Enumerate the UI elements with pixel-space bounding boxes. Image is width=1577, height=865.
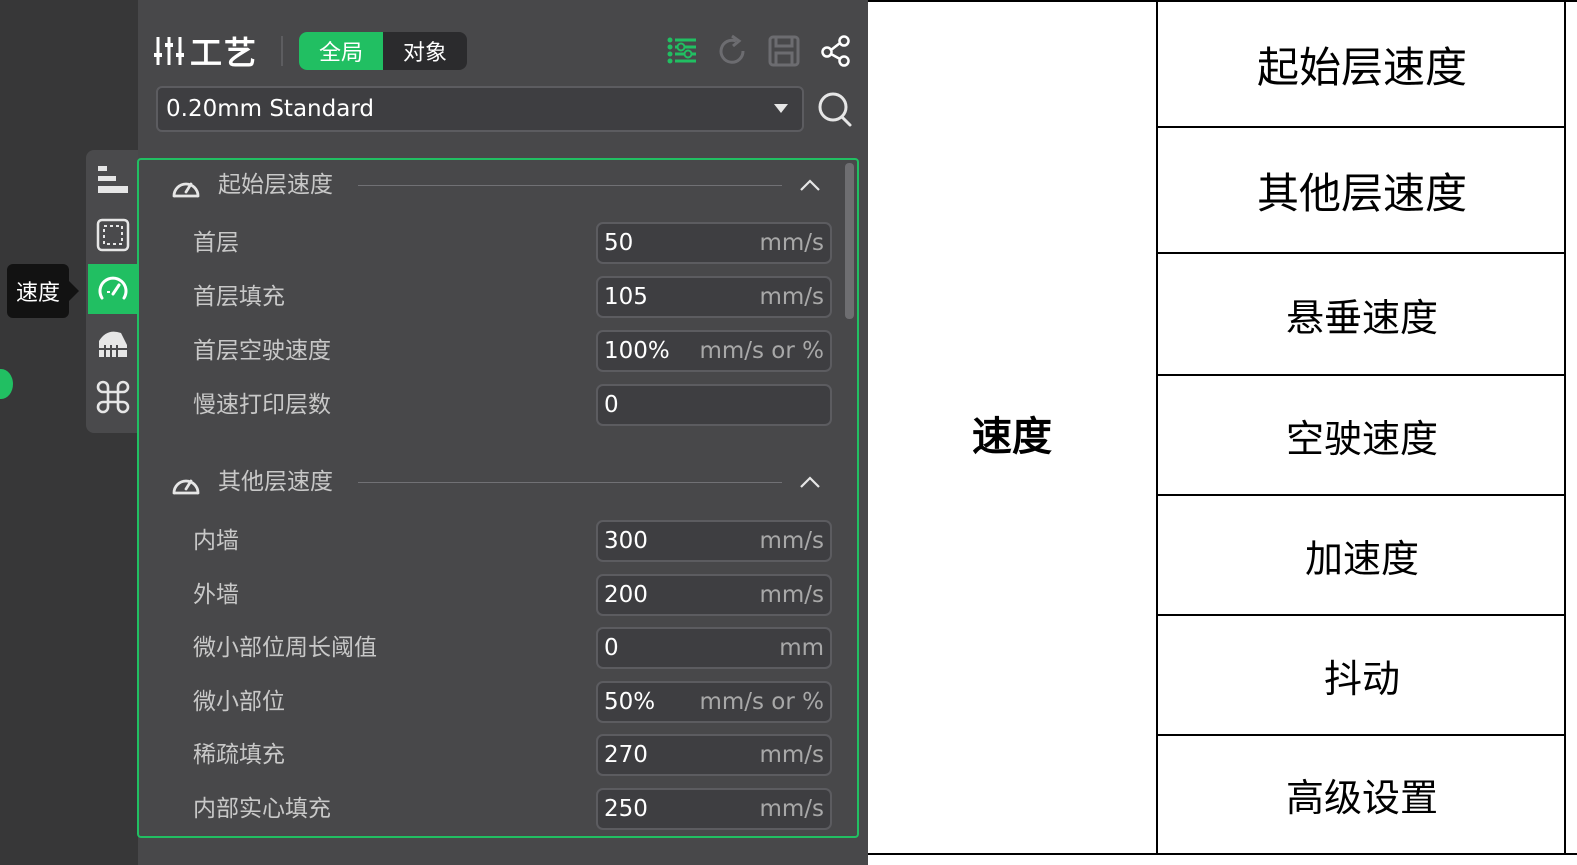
table-cell: 抖动 bbox=[1323, 656, 1400, 701]
setting-label: 内墙 bbox=[193, 528, 239, 554]
field-value: 0 bbox=[604, 392, 619, 418]
scope-toggle: 全局 对象 bbox=[299, 32, 467, 70]
table-cell: 起始层速度 bbox=[1256, 42, 1467, 92]
setting-field[interactable]: 250 mm/s bbox=[596, 788, 832, 830]
section-title: 其他层速度 bbox=[218, 469, 333, 495]
setting-field[interactable]: 100% mm/s or % bbox=[596, 330, 832, 372]
table-cell: 悬垂速度 bbox=[1285, 295, 1438, 340]
command-icon bbox=[96, 380, 130, 414]
compare-icon[interactable] bbox=[818, 33, 854, 69]
section-divider bbox=[358, 185, 782, 186]
section-divider bbox=[358, 482, 782, 483]
setting-label: 首层空驶速度 bbox=[193, 338, 331, 364]
speedometer-icon bbox=[172, 479, 200, 495]
setting-label: 内部实心填充 bbox=[193, 796, 331, 822]
field-unit: mm/s bbox=[759, 796, 824, 822]
section-header-other-layers[interactable]: 其他层速度 bbox=[170, 467, 830, 497]
panel-title: 工艺 bbox=[152, 28, 258, 74]
field-value: 105 bbox=[604, 284, 648, 310]
infill-icon bbox=[96, 218, 130, 252]
tab-strength[interactable] bbox=[88, 210, 138, 260]
save-icon[interactable] bbox=[766, 33, 802, 69]
setting-field[interactable]: 105 mm/s bbox=[596, 276, 832, 318]
setting-field[interactable]: 50 mm/s bbox=[596, 222, 832, 264]
search-icon[interactable] bbox=[816, 90, 854, 128]
field-unit: mm/s bbox=[759, 582, 824, 608]
panel-title-text: 工艺 bbox=[190, 34, 259, 72]
setting-label: 稀疏填充 bbox=[193, 742, 285, 768]
setting-label: 首层填充 bbox=[193, 284, 285, 310]
advanced-settings-icon[interactable] bbox=[664, 33, 700, 69]
tab-support[interactable] bbox=[88, 318, 138, 368]
table-category-cell: 速度 bbox=[972, 414, 1052, 460]
table-cell: 其他层速度 bbox=[1256, 168, 1467, 218]
category-tab-bar bbox=[86, 150, 138, 433]
tab-others[interactable] bbox=[88, 372, 138, 422]
reset-icon[interactable] bbox=[714, 33, 750, 69]
setting-label: 微小部位 bbox=[193, 689, 285, 715]
chevron-down-icon bbox=[774, 104, 788, 113]
section-header-initial-layer[interactable]: 起始层速度 bbox=[170, 170, 830, 200]
setting-field[interactable]: 0 mm bbox=[596, 627, 832, 669]
scrollbar[interactable] bbox=[845, 163, 854, 319]
field-value: 300 bbox=[604, 528, 648, 554]
field-unit: mm/s bbox=[759, 742, 824, 768]
setting-field[interactable]: 270 mm/s bbox=[596, 734, 832, 776]
field-unit: mm/s bbox=[759, 284, 824, 310]
setting-field[interactable]: 200 mm/s bbox=[596, 574, 832, 616]
tab-quality[interactable] bbox=[88, 156, 138, 206]
speed-tooltip: 速度 bbox=[7, 264, 69, 318]
chevron-up-icon[interactable] bbox=[798, 174, 822, 196]
field-value: 0 bbox=[604, 635, 619, 661]
speedometer-icon bbox=[98, 276, 128, 300]
field-value: 200 bbox=[604, 582, 648, 608]
preset-dropdown[interactable]: 0.20mm Standard bbox=[156, 86, 804, 132]
process-settings-app: 速度 工艺 全局 对象 0.20mm Standard 起始层速度 首层 50 … bbox=[0, 0, 868, 865]
table-cell: 加速度 bbox=[1304, 536, 1419, 581]
section-title: 起始层速度 bbox=[218, 172, 333, 198]
preset-value: 0.20mm Standard bbox=[166, 96, 374, 122]
setting-field[interactable]: 0 bbox=[596, 384, 832, 426]
field-value: 270 bbox=[604, 742, 648, 768]
field-value: 50 bbox=[604, 230, 634, 256]
field-value: 250 bbox=[604, 796, 648, 822]
title-divider bbox=[281, 36, 283, 66]
field-unit: mm/s or % bbox=[699, 689, 824, 715]
field-value: 50% bbox=[604, 689, 656, 715]
setting-field[interactable]: 300 mm/s bbox=[596, 520, 832, 562]
field-unit: mm/s or % bbox=[699, 338, 824, 364]
table-border bbox=[868, 853, 1577, 855]
setting-label: 慢速打印层数 bbox=[193, 392, 331, 418]
table-cell: 空驶速度 bbox=[1285, 416, 1438, 461]
scope-global-button[interactable]: 全局 bbox=[299, 32, 383, 70]
support-icon bbox=[99, 331, 127, 357]
sliders-icon bbox=[154, 37, 184, 65]
tooltip-arrow bbox=[69, 281, 79, 301]
field-unit: mm/s bbox=[759, 230, 824, 256]
field-unit: mm bbox=[779, 635, 824, 661]
setting-label: 外墙 bbox=[193, 582, 239, 608]
table-cell: 高级设置 bbox=[1285, 776, 1438, 820]
setting-label: 首层 bbox=[193, 230, 239, 256]
layers-icon bbox=[98, 166, 128, 193]
chevron-up-icon[interactable] bbox=[798, 471, 822, 493]
field-value: 100% bbox=[604, 338, 670, 364]
setting-label: 微小部位周长阈值 bbox=[193, 635, 377, 661]
scope-object-button[interactable]: 对象 bbox=[383, 32, 467, 70]
tab-speed[interactable] bbox=[88, 264, 138, 314]
field-unit: mm/s bbox=[759, 528, 824, 554]
speedometer-icon bbox=[172, 182, 200, 198]
setting-field[interactable]: 50% mm/s or % bbox=[596, 681, 832, 723]
